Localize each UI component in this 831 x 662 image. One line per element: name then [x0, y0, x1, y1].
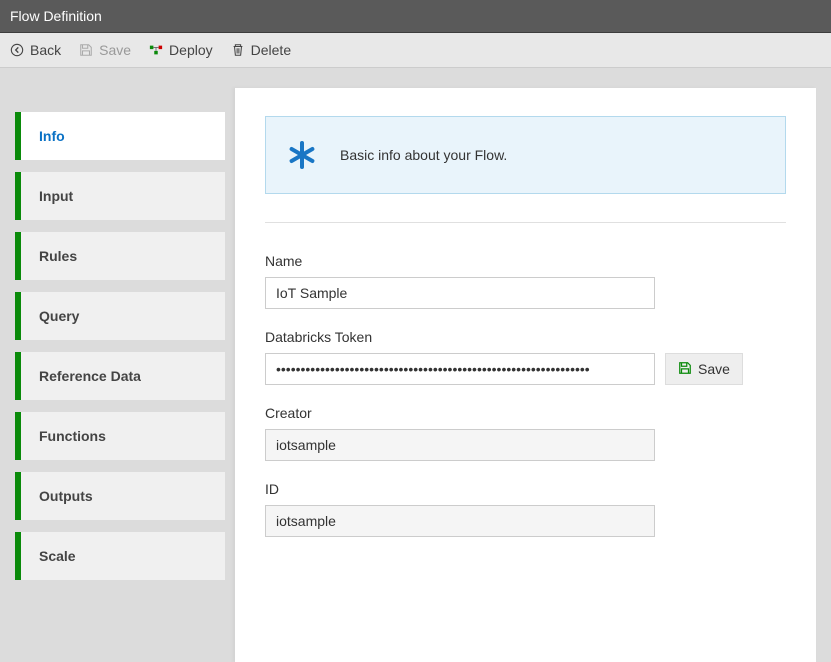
creator-input [265, 429, 655, 461]
form-group-name: Name [265, 222, 786, 309]
deploy-icon [149, 43, 163, 57]
sidebar-item-label: Info [39, 128, 65, 144]
name-label: Name [265, 253, 786, 269]
token-save-label: Save [698, 361, 730, 377]
sidebar-item-reference-data[interactable]: Reference Data [15, 352, 225, 400]
delete-label: Delete [251, 42, 291, 58]
sidebar-item-outputs[interactable]: Outputs [15, 472, 225, 520]
toolbar-save-label: Save [99, 42, 131, 58]
save-button[interactable]: Save [79, 42, 131, 58]
sidebar-item-label: Functions [39, 428, 106, 444]
id-label: ID [265, 481, 786, 497]
token-input[interactable] [265, 353, 655, 385]
info-box: Basic info about your Flow. [265, 116, 786, 194]
back-label: Back [30, 42, 61, 58]
form-group-token: Databricks Token Save [265, 329, 786, 385]
sidebar-item-label: Outputs [39, 488, 93, 504]
sidebar-item-rules[interactable]: Rules [15, 232, 225, 280]
token-save-button[interactable]: Save [665, 353, 743, 385]
back-button[interactable]: Back [10, 42, 61, 58]
trash-icon [231, 43, 245, 57]
main-panel: Basic info about your Flow. Name Databri… [235, 88, 816, 662]
form-group-id: ID [265, 481, 786, 537]
deploy-label: Deploy [169, 42, 213, 58]
top-bar: Flow Definition [0, 0, 831, 33]
sidebar-item-query[interactable]: Query [15, 292, 225, 340]
token-label: Databricks Token [265, 329, 786, 345]
info-message: Basic info about your Flow. [340, 147, 507, 163]
sidebar-item-input[interactable]: Input [15, 172, 225, 220]
sidebar-item-label: Scale [39, 548, 76, 564]
asterisk-icon [286, 139, 318, 171]
sidebar: Info Input Rules Query Reference Data Fu… [0, 88, 225, 662]
sidebar-item-info[interactable]: Info [15, 112, 225, 160]
content-area: Info Input Rules Query Reference Data Fu… [0, 68, 831, 662]
save-icon [678, 361, 692, 378]
deploy-button[interactable]: Deploy [149, 42, 213, 58]
delete-button[interactable]: Delete [231, 42, 291, 58]
save-icon [79, 43, 93, 57]
name-input[interactable] [265, 277, 655, 309]
sidebar-item-functions[interactable]: Functions [15, 412, 225, 460]
sidebar-item-label: Rules [39, 248, 77, 264]
sidebar-item-label: Reference Data [39, 368, 141, 384]
toolbar: Back Save Deploy Delete [0, 33, 831, 68]
sidebar-item-scale[interactable]: Scale [15, 532, 225, 580]
form-group-creator: Creator [265, 405, 786, 461]
back-icon [10, 43, 24, 57]
creator-label: Creator [265, 405, 786, 421]
id-input [265, 505, 655, 537]
page-title: Flow Definition [10, 8, 102, 24]
sidebar-item-label: Query [39, 308, 79, 324]
sidebar-item-label: Input [39, 188, 73, 204]
